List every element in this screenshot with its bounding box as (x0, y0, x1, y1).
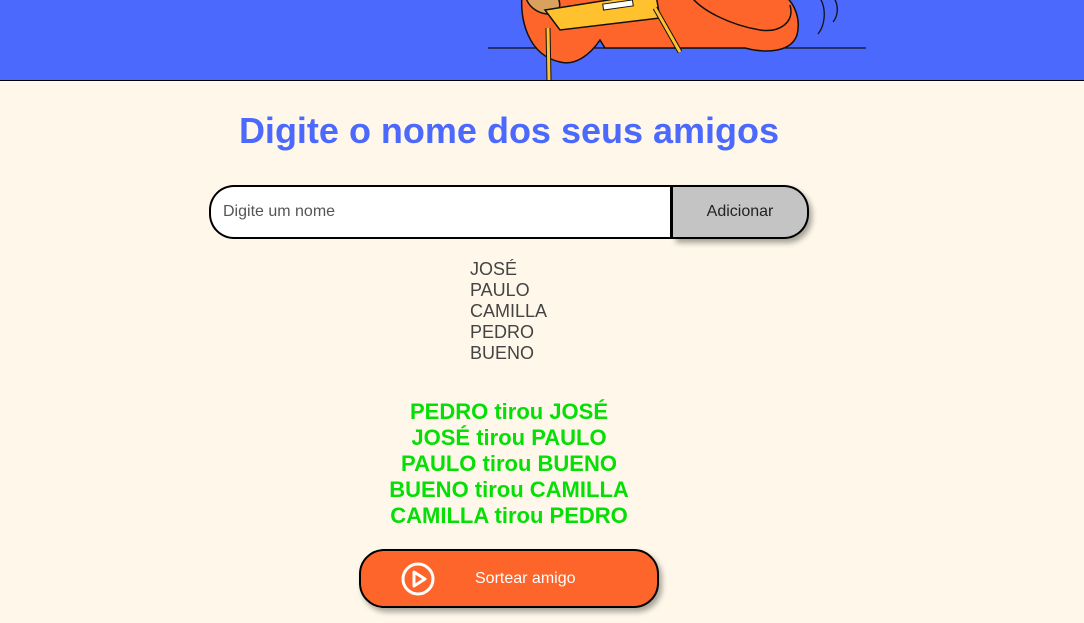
draw-result-item: PEDRO tirou JOSÉ (409, 399, 609, 424)
friend-list-item: JOSÉ (470, 259, 518, 279)
play-circle-icon (401, 562, 435, 596)
draw-result-item: JOSÉ tirou PAULO (411, 425, 607, 450)
friend-name-input[interactable] (209, 185, 673, 239)
draw-button-label: Sortear amigo (475, 570, 576, 587)
draw-result-item: CAMILLA tirou PEDRO (390, 503, 628, 528)
friend-list-item: CAMILLA (470, 301, 548, 321)
add-friend-form: Adicionar (209, 185, 809, 239)
draw-result-item: BUENO tirou CAMILLA (389, 477, 629, 502)
draw-result-list: PEDRO tirou JOSÉ JOSÉ tirou PAULO PAULO … (0, 399, 1018, 529)
friend-list-item: PAULO (470, 280, 530, 300)
friend-list-item: PEDRO (470, 322, 535, 342)
friends-list: JOSÉ PAULO CAMILLA PEDRO BUENO (470, 259, 547, 364)
header-banner (0, 0, 1084, 81)
draw-result-item: PAULO tirou BUENO (401, 451, 617, 476)
draw-friend-button[interactable]: Sortear amigo (359, 549, 659, 608)
friend-list-item: BUENO (470, 343, 535, 363)
person-with-sign-illustration (488, 0, 866, 80)
add-friend-button[interactable]: Adicionar (673, 185, 809, 239)
page-title: Digite o nome dos seus amigos (238, 110, 780, 151)
